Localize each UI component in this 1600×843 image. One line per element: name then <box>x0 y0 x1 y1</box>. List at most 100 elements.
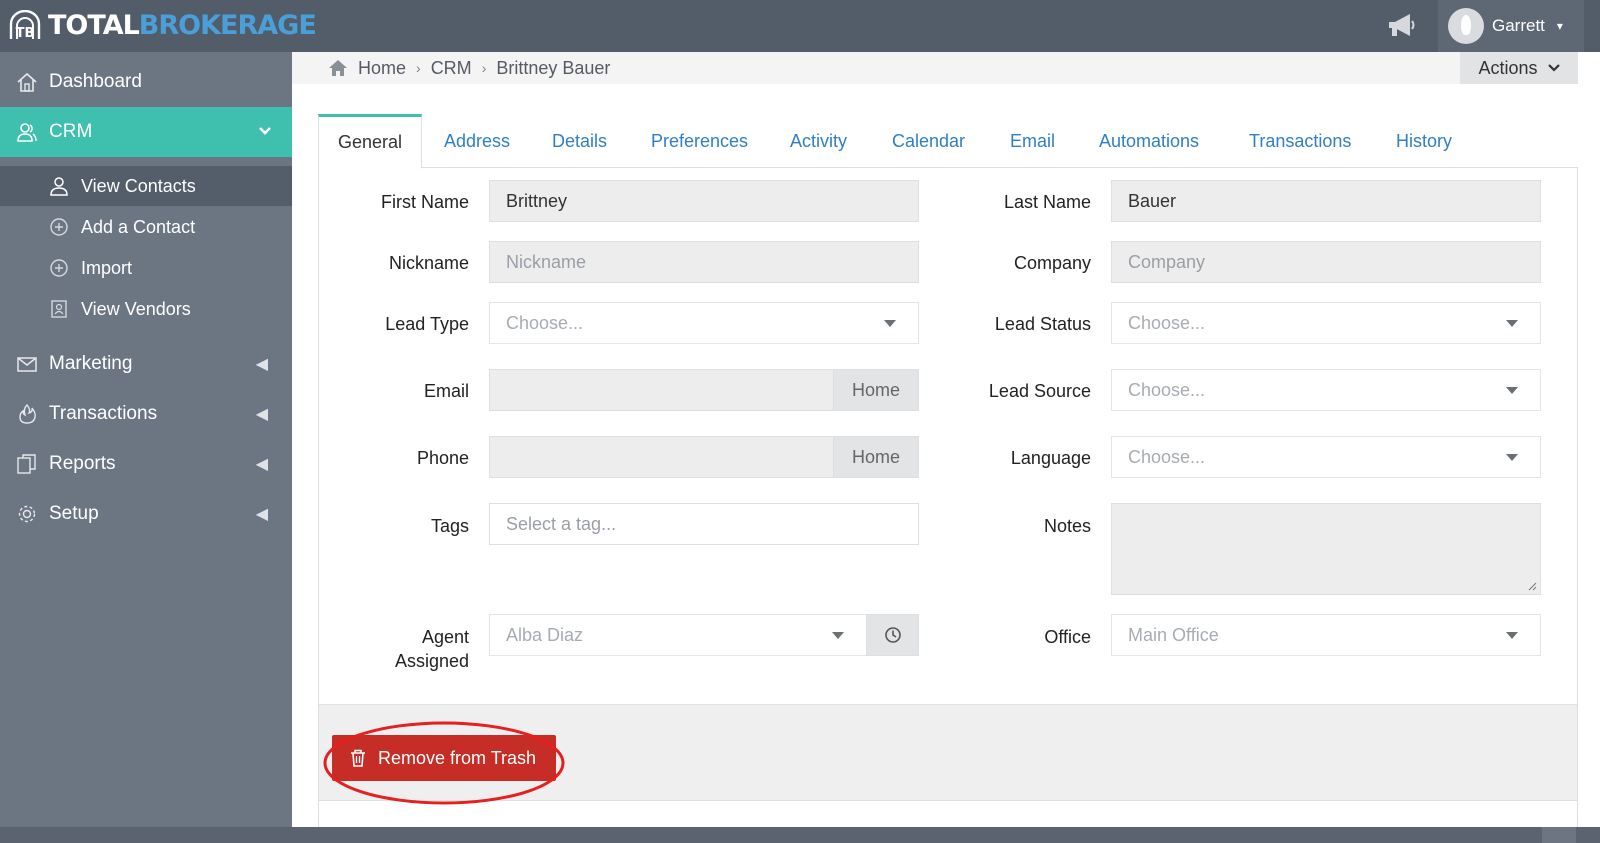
copy-icon <box>17 454 36 474</box>
phone-label: Phone <box>416 448 469 468</box>
plus-circle-icon <box>50 259 68 277</box>
trash-icon <box>351 749 365 767</box>
user-menu[interactable]: Garrett ▾ <box>1438 0 1584 52</box>
office-select[interactable]: Main Office <box>1111 614 1541 656</box>
sidebar: Dashboard CRM View Contacts Add a Contac… <box>0 52 292 843</box>
actions-button[interactable]: Actions <box>1460 52 1578 84</box>
lead-source-placeholder: Choose... <box>1128 379 1206 400</box>
chevron-down-icon <box>1547 64 1560 72</box>
sidebar-item-reports[interactable]: Reports ◀ <box>0 439 292 489</box>
sidebar-subitem-label: View Contacts <box>81 175 196 196</box>
avatar <box>1448 8 1484 44</box>
caret-down-icon <box>1506 320 1518 327</box>
caret-down-icon <box>1506 454 1518 461</box>
resize-grip-icon[interactable] <box>1527 581 1537 591</box>
company-field[interactable]: Company <box>1111 241 1541 283</box>
actions-label: Actions <box>1478 57 1538 78</box>
main-content: Home › CRM › Brittney Bauer Actions Gene… <box>292 52 1600 843</box>
chevron-down-icon: ▾ <box>1556 19 1563 33</box>
language-placeholder: Choose... <box>1128 446 1206 467</box>
megaphone-icon[interactable] <box>1386 12 1416 38</box>
agent-assigned-label: Agent Assigned <box>319 625 469 673</box>
lead-type-label: Lead Type <box>385 314 469 334</box>
sidebar-item-transactions[interactable]: Transactions ◀ <box>0 389 292 439</box>
sidebar-item-marketing[interactable]: Marketing ◀ <box>0 339 292 389</box>
tags-label: Tags <box>430 516 469 536</box>
sidebar-subitem-label: Import <box>81 257 133 278</box>
email-field[interactable] <box>489 369 834 411</box>
remove-from-trash-button[interactable]: Remove from Trash <box>332 735 556 781</box>
agent-label-line1: Agent <box>421 627 469 647</box>
sidebar-item-dashboard[interactable]: Dashboard <box>0 57 292 107</box>
bottom-strip <box>0 827 1600 843</box>
agent-assigned-select[interactable]: Alba Diaz <box>489 614 867 656</box>
sidebar-item-setup[interactable]: Setup ◀ <box>0 489 292 539</box>
last-name-field[interactable]: Bauer <box>1111 180 1541 222</box>
users-icon <box>17 123 37 142</box>
chevron-left-icon: ◀ <box>255 456 268 473</box>
lead-status-placeholder: Choose... <box>1128 312 1206 333</box>
nickname-field[interactable]: Nickname <box>489 241 919 283</box>
breadcrumb-crm[interactable]: CRM <box>431 58 472 79</box>
sidebar-item-crm[interactable]: CRM <box>0 107 292 157</box>
tab-activity[interactable]: Activity <box>790 114 847 168</box>
office-label: Office <box>1044 627 1091 647</box>
breadcrumb-home[interactable]: Home <box>358 58 406 79</box>
tab-automations[interactable]: Automations <box>1099 114 1199 168</box>
tab-calendar[interactable]: Calendar <box>892 114 965 168</box>
tab-preferences[interactable]: Preferences <box>651 114 748 168</box>
chevron-down-icon <box>259 127 271 135</box>
tags-input[interactable]: Select a tag... <box>489 503 919 545</box>
chevron-right-icon: › <box>481 60 487 76</box>
language-select[interactable]: Choose... <box>1111 436 1541 478</box>
lead-source-label: Lead Source <box>988 381 1091 401</box>
logo-text: TOTALBROKERAGE <box>48 9 317 41</box>
home-icon <box>17 72 37 92</box>
lead-type-placeholder: Choose... <box>506 312 584 333</box>
tab-history[interactable]: History <box>1396 114 1452 168</box>
tab-address[interactable]: Address <box>444 114 510 168</box>
sidebar-subitem-label: Add a Contact <box>81 216 196 237</box>
scroll-corner <box>1542 827 1576 843</box>
caret-down-icon <box>1506 632 1518 639</box>
first-name-label: First Name <box>380 192 469 212</box>
tab-details[interactable]: Details <box>552 114 607 168</box>
agent-history-button[interactable] <box>866 614 919 656</box>
phone-field[interactable] <box>489 436 834 478</box>
agent-label-line2: Assigned <box>394 651 469 671</box>
caret-down-icon <box>1506 387 1518 394</box>
lead-type-select[interactable]: Choose... <box>489 302 919 344</box>
email-type-addon[interactable]: Home <box>833 369 919 411</box>
sidebar-item-label: Transactions <box>49 403 158 424</box>
sidebar-subitem-view-contacts[interactable]: View Contacts <box>0 166 292 206</box>
lead-source-select[interactable]: Choose... <box>1111 369 1541 411</box>
tab-email[interactable]: Email <box>1010 114 1055 168</box>
sidebar-subitem-add-contact[interactable]: Add a Contact <box>0 207 292 247</box>
top-bar: TB TOTALBROKERAGE Garrett ▾ <box>0 0 1600 52</box>
envelope-icon <box>17 357 37 372</box>
office-value: Main Office <box>1128 624 1219 645</box>
sidebar-subitem-label: View Vendors <box>81 298 191 319</box>
notes-textarea[interactable] <box>1111 503 1541 595</box>
logo[interactable]: TB TOTALBROKERAGE <box>8 8 317 42</box>
user-icon <box>50 177 68 196</box>
chevron-left-icon: ◀ <box>255 406 268 423</box>
sidebar-item-label: Dashboard <box>49 71 142 92</box>
caret-down-icon <box>884 320 896 327</box>
lead-status-select[interactable]: Choose... <box>1111 302 1541 344</box>
chevron-left-icon: ◀ <box>255 506 268 523</box>
sidebar-subitem-import[interactable]: Import <box>0 248 292 288</box>
phone-type-addon[interactable]: Home <box>833 436 919 478</box>
fire-icon <box>19 403 36 424</box>
sidebar-item-label: Setup <box>49 503 99 524</box>
notes-label: Notes <box>1043 516 1091 536</box>
sidebar-subitem-view-vendors[interactable]: View Vendors <box>0 289 292 329</box>
tab-transactions[interactable]: Transactions <box>1249 114 1351 168</box>
first-name-field[interactable]: Brittney <box>489 180 919 222</box>
tab-general[interactable]: General <box>318 114 423 169</box>
svg-text:TB: TB <box>16 26 35 40</box>
home-icon[interactable] <box>328 59 348 77</box>
chevron-right-icon: › <box>416 60 421 76</box>
breadcrumb-current: Brittney Bauer <box>496 57 611 78</box>
id-card-icon <box>51 300 67 318</box>
